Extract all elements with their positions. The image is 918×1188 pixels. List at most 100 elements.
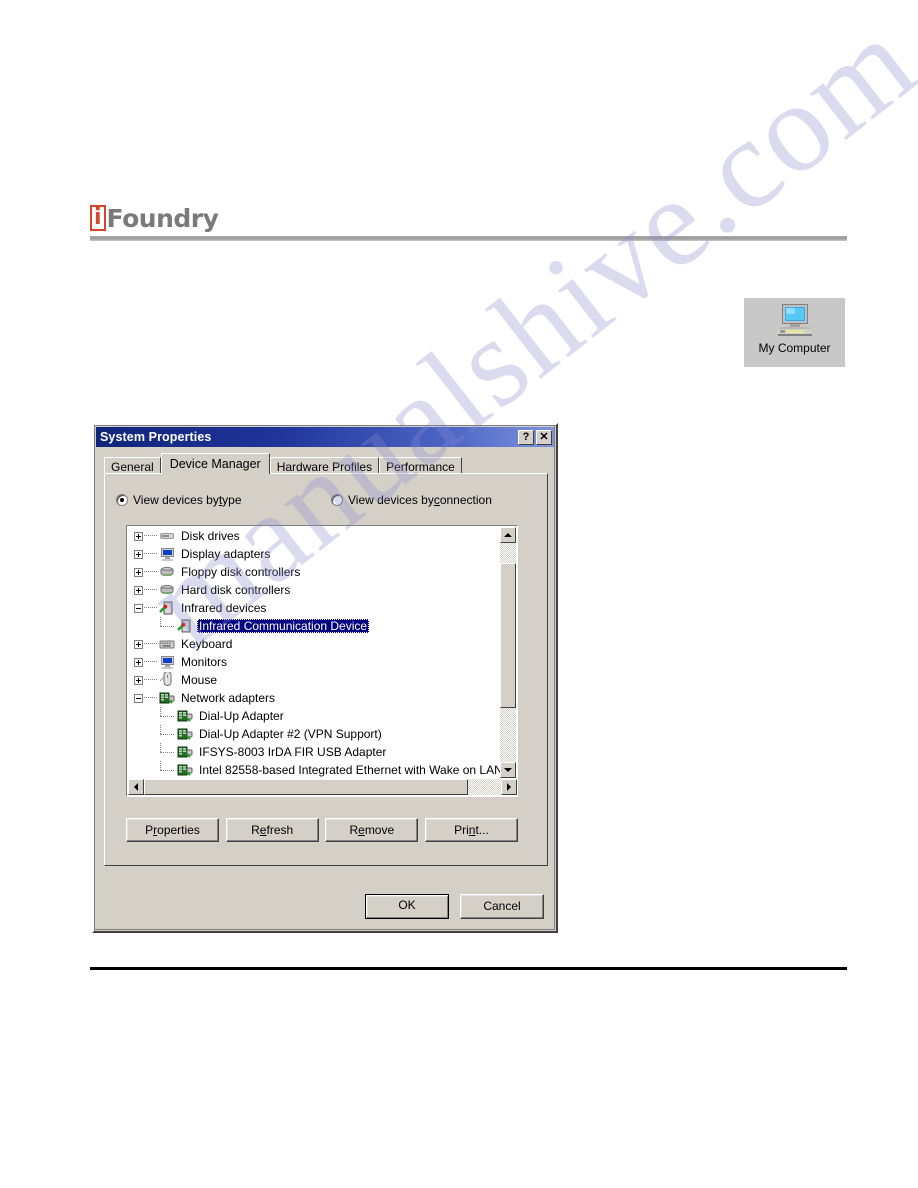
scroll-right-button[interactable] <box>501 779 517 795</box>
header-divider <box>90 236 847 241</box>
print-button[interactable]: Print... <box>424 818 518 842</box>
expand-plus-icon[interactable] <box>134 657 143 667</box>
vscroll-thumb[interactable] <box>500 563 516 708</box>
tree-connector <box>144 571 157 573</box>
scroll-left-button[interactable] <box>128 779 144 795</box>
tab-device-manager[interactable]: Device Manager <box>160 453 270 474</box>
device-tree-row[interactable]: Network adapters <box>128 689 501 707</box>
dialog-titlebar[interactable]: System Properties ? ✕ <box>96 427 554 447</box>
logo-wordmark: Foundry <box>106 204 219 233</box>
device-tree-row[interactable]: Dial-Up Adapter <box>128 707 501 725</box>
radio-indicator-connection[interactable] <box>331 494 343 506</box>
hscroll-track[interactable] <box>468 779 501 795</box>
arrow-left-icon <box>134 783 138 791</box>
properties-label-pre: P <box>145 823 154 837</box>
device-tree-row[interactable]: Monitors <box>128 653 501 671</box>
radio-view-by-connection[interactable]: View devices by c onnection <box>331 493 492 507</box>
device-tree-label: Intel 82558-based Integrated Ethernet wi… <box>199 763 501 777</box>
scroll-up-button[interactable] <box>500 527 516 543</box>
tree-connector <box>156 743 176 761</box>
network-icon <box>177 710 193 722</box>
tree-connector <box>156 707 176 725</box>
device-tree-listbox[interactable]: Disk drives Display adapters Floppy disk c… <box>126 525 518 797</box>
device-tree-label: Infrared Communication Device <box>197 619 370 633</box>
arrow-right-icon <box>507 783 511 791</box>
device-tree-viewport[interactable]: Disk drives Display adapters Floppy disk c… <box>128 527 501 778</box>
device-tree-label: Dial-Up Adapter <box>199 709 284 723</box>
device-tree-label: Monitors <box>181 655 228 669</box>
expand-plus-icon[interactable] <box>134 639 143 649</box>
system-properties-dialog: System Properties ? ✕ General Device Man… <box>92 423 558 933</box>
help-button[interactable]: ? <box>518 429 534 445</box>
collapse-minus-icon[interactable] <box>134 693 143 703</box>
expand-plus-icon[interactable] <box>134 531 143 541</box>
device-tree-row[interactable]: Intel 82558-based Integrated Ethernet wi… <box>128 761 501 778</box>
tab-performance[interactable]: Performance <box>379 457 462 474</box>
vertical-scrollbar[interactable] <box>500 527 516 778</box>
network-icon <box>159 692 175 704</box>
tree-connector <box>144 553 157 555</box>
computer-icon <box>777 304 812 336</box>
ok-button[interactable]: OK <box>365 894 449 919</box>
hscroll-thumb[interactable] <box>144 779 468 795</box>
monitor-icon <box>161 548 174 561</box>
radio-view-by-type[interactable]: View devices by t ype <box>116 493 331 507</box>
close-button[interactable]: ✕ <box>536 429 552 445</box>
cancel-button[interactable]: Cancel <box>460 894 544 919</box>
device-tree-row[interactable]: Display adapters <box>128 545 501 563</box>
tab-general[interactable]: General <box>104 457 161 474</box>
expand-plus-icon[interactable] <box>134 567 143 577</box>
remove-button[interactable]: Remove <box>325 818 419 842</box>
vscroll-track-upper[interactable] <box>500 543 516 563</box>
infrared-icon <box>177 619 191 633</box>
device-tree-row[interactable]: IFSYS-8003 IrDA FIR USB Adapter <box>128 743 501 761</box>
radio-indicator-type[interactable] <box>116 494 128 506</box>
footer-divider <box>90 967 847 970</box>
my-computer-icon-tile[interactable]: My Computer <box>744 298 845 367</box>
expand-plus-icon[interactable] <box>134 549 143 559</box>
tree-connector <box>144 679 157 681</box>
remove-label-pre: R <box>349 823 359 837</box>
device-tree-row[interactable]: Infrared devices <box>128 599 501 617</box>
dialog-title: System Properties <box>100 430 212 444</box>
refresh-button[interactable]: Refresh <box>225 818 319 842</box>
device-tree-row[interactable]: Disk drives <box>128 527 501 545</box>
tree-connector <box>144 589 157 591</box>
refresh-label-post: fresh <box>266 823 294 837</box>
device-tree-row[interactable]: Keyboard <box>128 635 501 653</box>
device-tree-label: Disk drives <box>181 529 240 543</box>
expand-plus-icon[interactable] <box>134 585 143 595</box>
expand-plus-icon[interactable] <box>134 675 143 685</box>
keyboard-icon <box>159 640 175 649</box>
device-tree-row[interactable]: Hard disk controllers <box>128 581 501 599</box>
device-tree-label: Display adapters <box>181 547 271 561</box>
device-tree-label: Infrared devices <box>181 601 267 615</box>
device-tree-row[interactable]: Dial-Up Adapter #2 (VPN Support) <box>128 725 501 743</box>
tab-strip: General Device Manager Hardware Profiles… <box>104 453 548 474</box>
refresh-label-pre: R <box>251 823 260 837</box>
vscroll-track-lower[interactable] <box>500 708 516 762</box>
device-tree-row[interactable]: Floppy disk controllers <box>128 563 501 581</box>
horizontal-scrollbar[interactable] <box>128 779 517 795</box>
radio-label-type-post: ype <box>222 493 242 507</box>
device-action-buttons: Properties Refresh Remove Print... <box>126 818 518 842</box>
device-tree-row[interactable]: Mouse <box>128 671 501 689</box>
network-icon <box>177 728 193 740</box>
disk-drive-icon <box>160 533 174 539</box>
device-tree-label: Floppy disk controllers <box>181 565 301 579</box>
tree-connector <box>144 697 157 699</box>
tab-hardware-profiles[interactable]: Hardware Profiles <box>269 457 380 474</box>
properties-button[interactable]: Properties <box>126 818 219 842</box>
network-icon <box>177 764 193 776</box>
scroll-down-button[interactable] <box>500 762 516 778</box>
network-icon <box>177 746 193 758</box>
device-tree-row[interactable]: Infrared Communication Device <box>128 617 501 635</box>
print-label-pre: Pri <box>454 823 469 837</box>
remove-label-post: move <box>364 823 395 837</box>
collapse-minus-icon[interactable] <box>134 603 143 613</box>
tree-connector <box>144 661 157 663</box>
logo-i-mark: i <box>90 205 106 231</box>
